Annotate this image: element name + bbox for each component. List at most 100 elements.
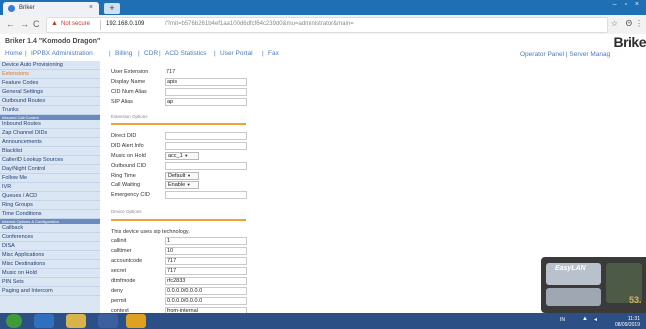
nav-separator: |	[25, 50, 27, 57]
volume-icon[interactable]: ◂	[594, 316, 597, 323]
system-clock[interactable]: 11:31 08/09/2019	[615, 316, 640, 328]
sidebar-item-announcements[interactable]: Announcements	[0, 138, 100, 147]
sidebar-item-device-auto-provisioning[interactable]: Device Auto Provisioning	[0, 61, 100, 70]
outbound-cid-label: Outbound CID	[111, 163, 147, 169]
start-button[interactable]	[6, 314, 22, 328]
back-icon[interactable]: ←	[6, 19, 15, 29]
nav-cdr[interactable]: CDR	[144, 50, 158, 57]
nav-user-portal[interactable]: User Portal	[220, 50, 253, 57]
browser-menu-icon[interactable]: ⋮	[635, 19, 643, 28]
sidebar-item-paging-and-intercom[interactable]: Paging and Intercom	[0, 287, 100, 296]
taskbar-app-folder-icon[interactable]	[66, 314, 86, 328]
browser-tab[interactable]: Briker ×	[3, 2, 99, 15]
calltimer-input[interactable]: 10	[165, 247, 247, 255]
call-waiting-select[interactable]: Enable ▼	[165, 181, 199, 189]
language-indicator[interactable]: IN	[560, 317, 565, 323]
extension-options-heading: Extension Options	[111, 114, 148, 119]
callinit-label: callinit	[111, 238, 127, 244]
display-name-input[interactable]: apis	[165, 78, 247, 86]
address-bar[interactable]: ▲ Not secure 192.168.0.109 /?mit=b576b26…	[46, 17, 608, 33]
sidebar-item-misc-destinations[interactable]: Misc Destinations	[0, 260, 100, 269]
did-alert-info-input[interactable]	[165, 142, 247, 150]
nav-separator: |	[565, 51, 568, 58]
cid-num-alias-label: CID Num Alias	[111, 89, 147, 95]
server-manager-link[interactable]: Server Manag	[569, 51, 610, 58]
device-options-heading: Device Options	[111, 209, 142, 214]
sidebar-item-blacklist[interactable]: Blacklist	[0, 147, 100, 156]
taskbar: IN ▲ ◂	[0, 313, 646, 329]
direct-did-input[interactable]	[165, 132, 247, 140]
taskbar-app-media-icon[interactable]	[98, 314, 118, 328]
taskbar-app-chrome-icon[interactable]	[126, 314, 146, 328]
sidebar-item-follow-me[interactable]: Follow Me	[0, 174, 100, 183]
account-icon[interactable]: Θ	[626, 19, 632, 28]
nav-separator: |	[138, 50, 140, 57]
sidebar-item-time-conditions[interactable]: Time Conditions	[0, 210, 100, 219]
app-title: Briker 1.4 "Komodo Dragon"	[5, 38, 101, 45]
sidebar-item-ring-groups[interactable]: Ring Groups	[0, 201, 100, 210]
nav-fax[interactable]: Fax	[268, 50, 279, 57]
taskbar-app-ie-icon[interactable]	[34, 314, 54, 328]
call-waiting-label: Call Waiting	[111, 182, 141, 188]
music-on-hold-value: acc_1	[168, 153, 183, 159]
sidebar-item-general-settings[interactable]: General Settings	[0, 88, 100, 97]
cid-num-alias-input[interactable]	[165, 88, 247, 96]
ring-time-select[interactable]: Default ▼	[165, 172, 199, 180]
sidebar-item-pin-sets[interactable]: PIN Sets	[0, 278, 100, 287]
sidebar-item-zap-channel-dids[interactable]: Zap Channel DIDs	[0, 129, 100, 138]
sidebar-item-outbound-routes[interactable]: Outbound Routes	[0, 97, 100, 106]
sidebar-item-day-night-control[interactable]: Day/Night Control	[0, 165, 100, 174]
sidebar-item-queues-acd[interactable]: Queues / ACD	[0, 192, 100, 201]
calltimer-label: calltimer	[111, 248, 132, 254]
user-extension-value: 717	[166, 69, 176, 75]
section-divider	[111, 219, 246, 221]
network-icon[interactable]: ▲	[582, 316, 588, 322]
reload-icon[interactable]: C	[33, 19, 40, 29]
not-secure-label[interactable]: Not secure	[61, 21, 90, 27]
sip-alias-input[interactable]: ap	[165, 98, 247, 106]
outbound-cid-input[interactable]	[165, 162, 247, 170]
logo: Brike	[613, 34, 646, 50]
nav-acd-statistics[interactable]: ACD Statistics	[165, 50, 207, 57]
tab-close-icon[interactable]: ×	[89, 4, 93, 11]
dtmfmode-label: dtmfmode	[111, 278, 136, 284]
sidebar-item-disa[interactable]: DISA	[0, 242, 100, 251]
sidebar-item-conferences[interactable]: Conferences	[0, 233, 100, 242]
ring-time-value: Default	[168, 173, 186, 179]
music-on-hold-select[interactable]: acc_1 ▼	[165, 152, 199, 160]
operator-panel-links: Operator Panel | Server Manag	[520, 51, 610, 58]
forward-icon[interactable]: →	[20, 19, 29, 29]
secret-input[interactable]: 717	[165, 267, 247, 275]
callinit-input[interactable]: 1	[165, 237, 247, 245]
sidebar-item-music-on-hold[interactable]: Music on Hold	[0, 269, 100, 278]
gadget-brand: EasyLAN	[555, 265, 586, 272]
nav-separator: |	[214, 50, 216, 57]
permit-label: permit	[111, 298, 127, 304]
sidebar-item-callback[interactable]: Callback	[0, 224, 100, 233]
new-tab-button[interactable]: +	[104, 3, 120, 14]
emergency-cid-input[interactable]	[165, 191, 247, 199]
permit-input[interactable]: 0.0.0.0/0.0.0.0	[165, 297, 247, 305]
accountcode-input[interactable]: 717	[165, 257, 247, 265]
nav-home[interactable]: Home	[5, 50, 22, 57]
chevron-down-icon: ▼	[186, 182, 191, 187]
operator-panel-link[interactable]: Operator Panel	[520, 51, 564, 58]
sidebar-item-feature-codes[interactable]: Feature Codes	[0, 79, 100, 88]
bookmark-star-icon[interactable]: ☆	[611, 19, 618, 28]
sidebar-item-ivr[interactable]: IVR	[0, 183, 100, 192]
nav-ippbx-administration[interactable]: IPPBX Administration	[31, 50, 93, 57]
display-name-label: Display Name	[111, 79, 146, 85]
sidebar-item-inbound-routes[interactable]: Inbound Routes	[0, 120, 100, 129]
deny-input[interactable]: 0.0.0.0/0.0.0.0	[165, 287, 247, 295]
sidebar-item-misc-applications[interactable]: Misc Applications	[0, 251, 100, 260]
gadget-panel	[546, 288, 601, 306]
nav-separator: |	[159, 50, 161, 57]
sidebar-item-callerid-lookup-sources[interactable]: CallerID Lookup Sources	[0, 156, 100, 165]
sidebar-item-trunks[interactable]: Trunks	[0, 106, 100, 115]
sidebar: Device Auto Provisioning Extensions Feat…	[0, 61, 100, 319]
dtmfmode-input[interactable]: rfc2833	[165, 277, 247, 285]
nav-billing[interactable]: Billing	[115, 50, 132, 57]
window-controls[interactable]: – ▫ ×	[613, 1, 642, 8]
desktop-gadget[interactable]: EasyLAN 53.	[541, 257, 646, 313]
sidebar-item-extensions[interactable]: Extensions	[0, 70, 100, 79]
